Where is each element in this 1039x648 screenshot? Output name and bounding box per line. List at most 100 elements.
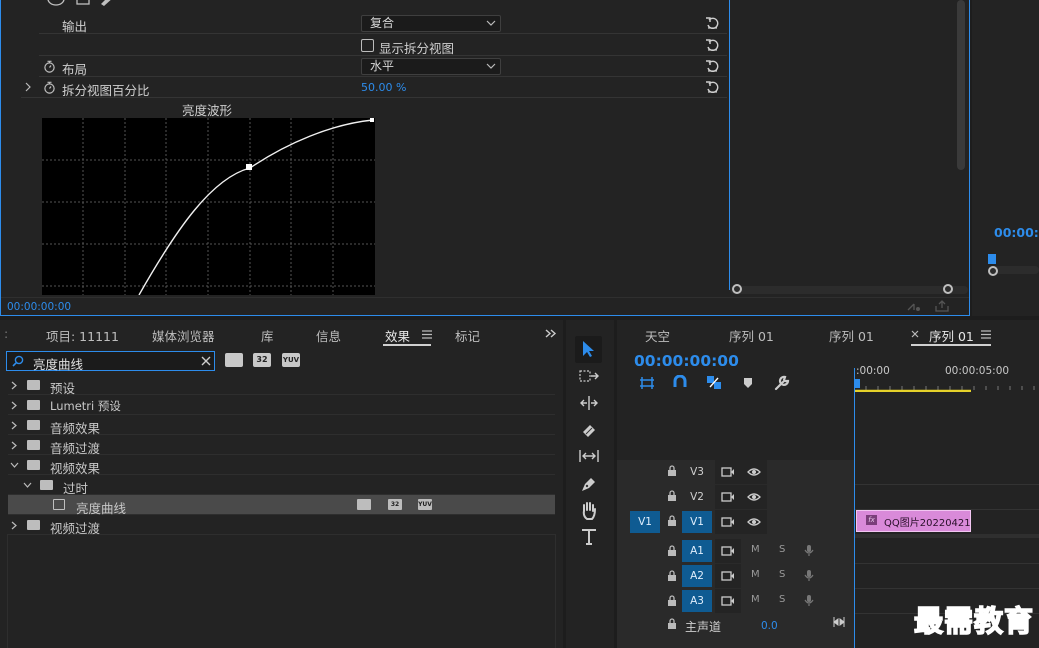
tree-item[interactable]: 视频效果 xyxy=(8,455,555,476)
timeline-timecode[interactable]: 00:00:00:00 xyxy=(634,352,739,370)
sync-lock-icon[interactable] xyxy=(721,570,735,582)
tab-info[interactable]: 信息 xyxy=(316,326,341,345)
tab-effects[interactable]: 效果 xyxy=(385,326,410,345)
chevron-right-icon[interactable] xyxy=(10,421,19,430)
master-volume-value[interactable]: 0.0 xyxy=(761,620,778,632)
ripple-edit-tool-icon[interactable] xyxy=(579,395,599,411)
clear-search-icon[interactable] xyxy=(201,356,211,366)
microphone-icon[interactable] xyxy=(804,594,814,607)
chevron-right-icon[interactable] xyxy=(10,521,19,530)
export-icon[interactable] xyxy=(935,300,949,312)
program-timecode[interactable]: 00:00:0 xyxy=(994,225,1039,240)
solo-button[interactable]: S xyxy=(779,569,785,580)
yuv-filter-icon[interactable]: YUV xyxy=(282,353,300,367)
eye-icon[interactable] xyxy=(747,517,761,527)
microphone-icon[interactable] xyxy=(804,569,814,582)
ec-vertical-scrollbar[interactable] xyxy=(957,0,965,170)
chevron-right-icon[interactable] xyxy=(10,441,19,450)
lock-icon[interactable] xyxy=(667,545,677,557)
lock-icon[interactable] xyxy=(667,595,677,607)
tree-item[interactable]: 亮度曲线 32 YUV xyxy=(8,495,555,516)
sync-lock-icon[interactable] xyxy=(721,516,735,528)
mute-button[interactable]: M xyxy=(751,544,760,555)
lock-icon[interactable] xyxy=(667,618,677,630)
type-tool-icon[interactable] xyxy=(581,528,597,546)
track-target-v3[interactable]: V3 xyxy=(682,461,712,483)
track-target-a1[interactable]: A1 xyxy=(682,540,712,562)
jump-to-end-icon[interactable] xyxy=(833,616,845,628)
track-target-a3[interactable]: A3 xyxy=(682,590,712,612)
video-clip[interactable]: fx QQ图片202204211 xyxy=(856,510,971,532)
close-tab-icon[interactable] xyxy=(911,330,919,338)
tab-sequence-01-b[interactable]: 序列 01 xyxy=(829,326,874,345)
lock-icon[interactable] xyxy=(667,570,677,582)
playhead-line[interactable] xyxy=(854,368,855,648)
output-dropdown[interactable]: 复合 xyxy=(361,15,501,32)
stopwatch-icon[interactable] xyxy=(43,60,56,73)
nest-toggle-icon[interactable] xyxy=(639,376,655,390)
luma-curve-graph[interactable] xyxy=(42,118,375,295)
ec-timecode[interactable]: 00:00:00:00 xyxy=(7,301,71,313)
overflow-tabs-icon[interactable] xyxy=(545,329,557,338)
reset-icon[interactable] xyxy=(705,59,719,72)
hand-tool-icon[interactable] xyxy=(580,501,598,520)
reset-icon[interactable] xyxy=(705,80,719,93)
eye-icon[interactable] xyxy=(747,492,761,502)
track-select-tool-icon[interactable] xyxy=(579,368,599,384)
lock-icon[interactable] xyxy=(667,515,677,527)
tab-project[interactable]: 项目: 11111 xyxy=(46,326,119,345)
lock-icon[interactable] xyxy=(667,465,677,477)
tab-sequence-01-a[interactable]: 序列 01 xyxy=(729,326,774,345)
track-target-v1[interactable]: V1 xyxy=(682,511,712,533)
selection-tool-icon[interactable] xyxy=(580,340,596,358)
eye-icon[interactable] xyxy=(747,467,761,477)
sync-lock-icon[interactable] xyxy=(721,491,735,503)
reset-icon[interactable] xyxy=(705,38,719,51)
tree-item[interactable]: 音频效果 xyxy=(8,415,555,436)
tab-media-browser[interactable]: 媒体浏览器 xyxy=(152,326,215,345)
32bit-filter-icon[interactable]: 32 xyxy=(253,353,271,367)
stopwatch-icon[interactable] xyxy=(43,81,56,94)
scroll-handle-left[interactable] xyxy=(732,284,742,294)
chevron-right-icon[interactable] xyxy=(10,401,19,410)
tree-item[interactable]: Lumetri 预设 xyxy=(8,395,555,415)
tree-item[interactable]: 预设 xyxy=(8,375,555,396)
track-target-a2[interactable]: A2 xyxy=(682,565,712,587)
track-target-v2[interactable]: V2 xyxy=(682,486,712,508)
timeline-menu-icon[interactable] xyxy=(981,330,991,339)
curve-end-point[interactable] xyxy=(370,118,374,122)
time-ruler[interactable]: :00:00 00:00:05:00 xyxy=(854,360,1039,394)
panel-menu-icon[interactable] xyxy=(422,330,432,339)
razor-tool-icon[interactable] xyxy=(580,422,598,440)
mute-button[interactable]: M xyxy=(751,569,760,580)
slip-tool-icon[interactable] xyxy=(578,448,600,464)
solo-button[interactable]: S xyxy=(779,544,785,555)
chevron-right-icon[interactable] xyxy=(24,82,32,92)
mute-button[interactable]: M xyxy=(751,594,760,605)
tree-item[interactable]: 音频过渡 xyxy=(8,435,555,456)
linked-selection-icon[interactable] xyxy=(706,375,722,390)
tab-libraries[interactable]: 库 xyxy=(261,326,274,345)
layout-dropdown[interactable]: 水平 xyxy=(361,58,501,75)
ec-scrollbar[interactable] xyxy=(730,286,968,294)
sync-lock-icon[interactable] xyxy=(721,545,735,557)
program-playhead[interactable] xyxy=(988,254,996,264)
solo-button[interactable]: S xyxy=(779,594,785,605)
audio-icon[interactable] xyxy=(907,301,921,312)
wrench-icon[interactable] xyxy=(774,375,790,391)
curve-control-point[interactable] xyxy=(246,164,252,170)
tree-item[interactable]: 视频过渡 xyxy=(8,515,555,536)
split-percent-value[interactable]: 50.00 % xyxy=(361,81,406,94)
split-view-checkbox[interactable] xyxy=(361,39,374,52)
scroll-handle-right[interactable] xyxy=(943,284,953,294)
tab-sequence-01-active[interactable]: 序列 01 xyxy=(929,326,974,345)
microphone-icon[interactable] xyxy=(804,544,814,557)
chevron-down-icon[interactable] xyxy=(23,481,32,490)
snap-icon[interactable] xyxy=(673,375,687,389)
effect-controls-timeline[interactable] xyxy=(729,0,969,294)
lock-icon[interactable] xyxy=(667,490,677,502)
chevron-down-icon[interactable] xyxy=(10,461,19,470)
reset-icon[interactable] xyxy=(705,16,719,29)
sync-lock-icon[interactable] xyxy=(721,466,735,478)
sync-lock-icon[interactable] xyxy=(721,595,735,607)
